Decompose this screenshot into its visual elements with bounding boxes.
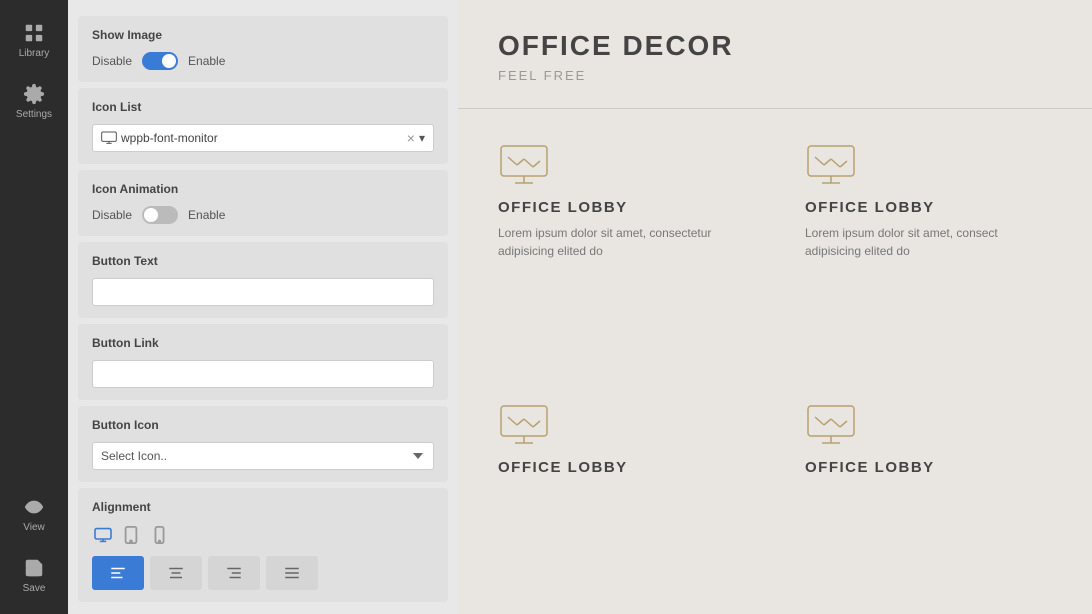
card-1-title: OFFICE LOBBY — [498, 199, 745, 216]
button-text-title: Button Text — [92, 254, 434, 268]
alignment-section: Alignment — [78, 488, 448, 602]
button-link-input[interactable] — [92, 360, 434, 388]
card-4-title: OFFICE LOBBY — [805, 459, 1052, 476]
preview-subtitle: FEEL FREE — [498, 68, 1052, 83]
monitor-card-icon-2 — [805, 139, 857, 191]
show-image-enable-label: Enable — [188, 54, 225, 68]
save-icon — [23, 557, 45, 579]
card-2: OFFICE LOBBY Lorem ipsum dolor sit amet,… — [805, 139, 1052, 369]
align-right-icon — [225, 564, 243, 582]
card-3-title: OFFICE LOBBY — [498, 459, 745, 476]
preview-area: OFFICE DECOR FEEL FREE OFFICE LOBBY Lore… — [458, 0, 1092, 614]
card-3: OFFICE LOBBY — [498, 399, 745, 585]
view-label: View — [23, 522, 45, 533]
tablet-device-icon[interactable] — [120, 524, 142, 546]
desktop-device-icon[interactable] — [92, 524, 114, 546]
show-image-section: Show Image Disable Enable — [78, 16, 448, 82]
card-2-title: OFFICE LOBBY — [805, 199, 1052, 216]
save-label: Save — [23, 583, 46, 594]
card-2-icon — [805, 139, 857, 191]
preview-title: OFFICE DECOR — [498, 30, 1052, 62]
icon-animation-section: Icon Animation Disable Enable — [78, 170, 448, 236]
card-4-icon — [805, 399, 857, 451]
settings-panel: Show Image Disable Enable Icon List wppb… — [68, 0, 458, 614]
sidebar-item-view[interactable]: View — [0, 484, 68, 545]
align-justify-icon — [283, 564, 301, 582]
mobile-device-icon[interactable] — [148, 524, 170, 546]
icon-list-section: Icon List wppb-font-monitor × ▾ — [78, 88, 448, 164]
show-image-disable-label: Disable — [92, 54, 132, 68]
library-label: Library — [19, 48, 50, 59]
align-right-button[interactable] — [208, 556, 260, 590]
sidebar-item-save[interactable]: Save — [0, 545, 68, 606]
card-1: OFFICE LOBBY Lorem ipsum dolor sit amet,… — [498, 139, 745, 369]
show-image-title: Show Image — [92, 28, 434, 42]
button-link-section: Button Link — [78, 324, 448, 400]
card-1-text: Lorem ipsum dolor sit amet, consectetur … — [498, 224, 738, 260]
icon-animation-enable-label: Enable — [188, 208, 225, 222]
monitor-icon — [101, 131, 117, 145]
sidebar-item-library[interactable]: Library — [0, 10, 68, 71]
button-text-input[interactable] — [92, 278, 434, 306]
icon-list-clear[interactable]: × — [407, 130, 415, 146]
card-1-icon — [498, 139, 550, 191]
settings-icon — [23, 83, 45, 105]
sidebar-item-settings[interactable]: Settings — [0, 71, 68, 132]
align-center-button[interactable] — [150, 556, 202, 590]
button-text-section: Button Text — [78, 242, 448, 318]
preview-header: OFFICE DECOR FEEL FREE — [458, 0, 1092, 109]
show-image-toggle-row: Disable Enable — [92, 52, 434, 70]
monitor-card-icon — [498, 139, 550, 191]
icon-animation-title: Icon Animation — [92, 182, 434, 196]
align-left-icon — [109, 564, 127, 582]
align-justify-button[interactable] — [266, 556, 318, 590]
icon-animation-disable-label: Disable — [92, 208, 132, 222]
settings-label: Settings — [16, 109, 52, 120]
button-icon-title: Button Icon — [92, 418, 434, 432]
icon-animation-toggle[interactable] — [142, 206, 178, 224]
chevron-down-icon: ▾ — [419, 131, 425, 145]
preview-grid: OFFICE LOBBY Lorem ipsum dolor sit amet,… — [458, 109, 1092, 614]
show-image-toggle[interactable] — [142, 52, 178, 70]
card-4: OFFICE LOBBY — [805, 399, 1052, 585]
align-left-button[interactable] — [92, 556, 144, 590]
button-icon-select[interactable]: Select Icon.. arrow-right arrow-left che… — [92, 442, 434, 470]
alignment-title: Alignment — [92, 500, 434, 514]
view-icon — [23, 496, 45, 518]
button-icon-section: Button Icon Select Icon.. arrow-right ar… — [78, 406, 448, 482]
icon-list-dropdown[interactable]: wppb-font-monitor × ▾ — [92, 124, 434, 152]
library-icon — [23, 22, 45, 44]
monitor-card-icon-4 — [805, 399, 857, 451]
button-link-title: Button Link — [92, 336, 434, 350]
align-center-icon — [167, 564, 185, 582]
icon-list-value: wppb-font-monitor — [121, 131, 218, 145]
icon-animation-toggle-row: Disable Enable — [92, 206, 434, 224]
icon-sidebar: Library Settings View Save — [0, 0, 68, 614]
card-3-icon — [498, 399, 550, 451]
icon-list-selected: wppb-font-monitor — [101, 131, 407, 145]
icon-list-title: Icon List — [92, 100, 434, 114]
align-buttons-row — [92, 556, 434, 590]
card-2-text: Lorem ipsum dolor sit amet, consect adip… — [805, 224, 1045, 260]
monitor-card-icon-3 — [498, 399, 550, 451]
device-icons-row — [92, 524, 434, 546]
